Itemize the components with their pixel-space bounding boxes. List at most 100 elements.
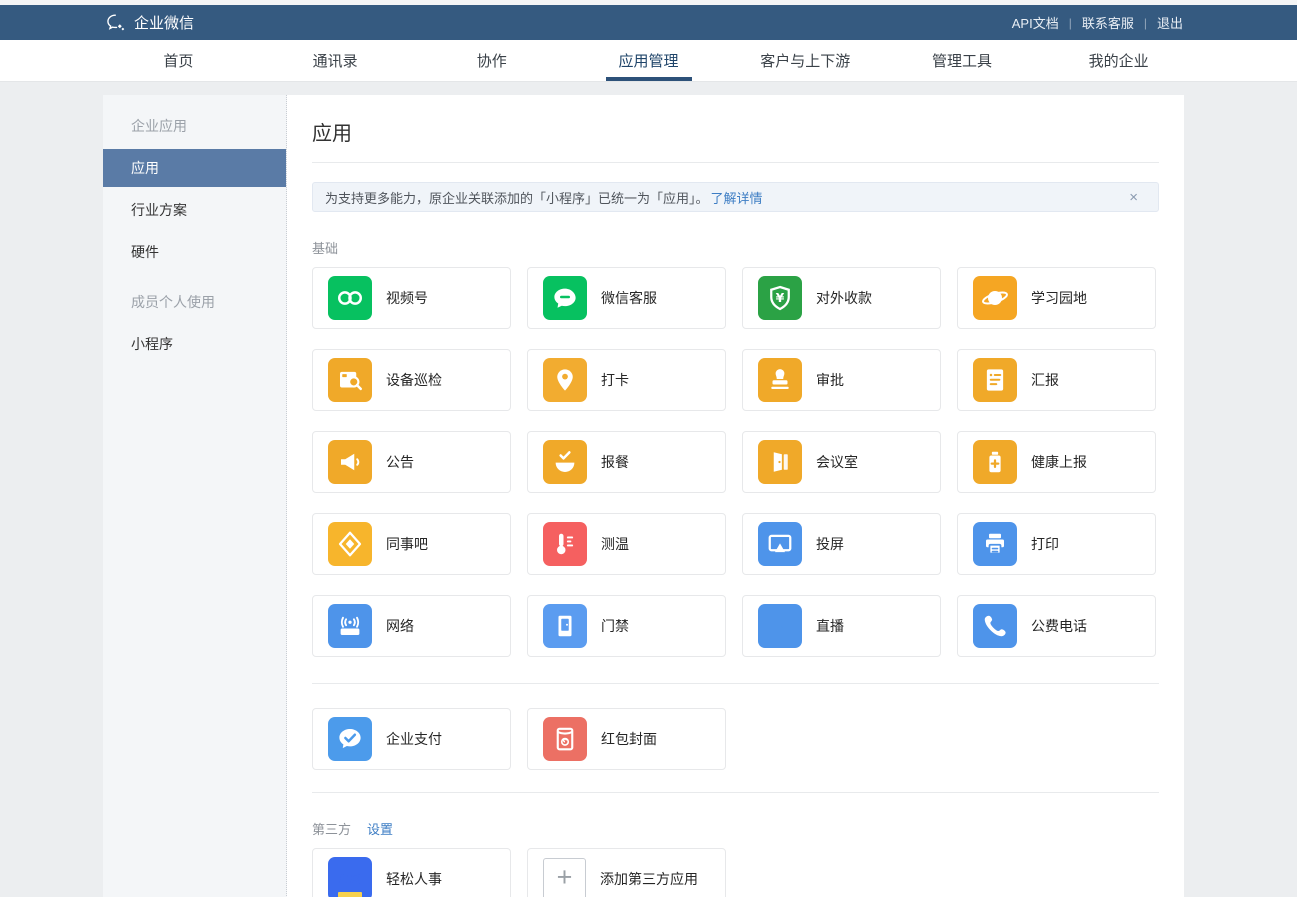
app-label: 投屏 bbox=[816, 534, 844, 554]
app-card-external-payment-collection[interactable]: ¥ 对外收款 bbox=[742, 267, 941, 329]
brand: 企业微信 bbox=[105, 12, 194, 34]
topbar-link-separator: | bbox=[1144, 16, 1147, 30]
app-card-video-channels[interactable]: 视频号 bbox=[312, 267, 511, 329]
app-label: 红包封面 bbox=[601, 729, 657, 749]
tab-label: 协作 bbox=[477, 50, 507, 71]
title-divider bbox=[312, 162, 1159, 163]
video-channels-icon bbox=[328, 276, 372, 320]
tab-label: 通讯录 bbox=[313, 50, 358, 71]
app-card-free-call[interactable]: 公费电话 bbox=[957, 595, 1156, 657]
notice-banner: 为支持更多能力，原企业关联添加的「小程序」已统一为「应用」。了解详情 × bbox=[312, 182, 1159, 212]
app-card-meal-order[interactable]: 报餐 bbox=[527, 431, 726, 493]
app-card-live[interactable]: LIVE 直播 bbox=[742, 595, 941, 657]
app-card-check-in[interactable]: 打卡 bbox=[527, 349, 726, 411]
section-label: 基础 bbox=[312, 238, 338, 257]
sidebar: 企业应用应用行业方案硬件成员个人使用小程序 bbox=[103, 95, 287, 897]
sidebar-group: 企业应用应用行业方案硬件 bbox=[103, 105, 286, 273]
enterprise-pay-icon bbox=[328, 717, 372, 761]
tab-label: 管理工具 bbox=[932, 50, 992, 71]
wechat-customer-service-icon bbox=[543, 276, 587, 320]
app-label: 轻松人事 bbox=[386, 869, 442, 889]
app-card-red-packet-cover[interactable]: 红包封面 bbox=[527, 708, 726, 770]
topbar-links: API文档 | 联系客服 | 退出 bbox=[1012, 13, 1183, 32]
app-label: 测温 bbox=[601, 534, 629, 554]
external-payment-collection-icon: ¥ bbox=[758, 276, 802, 320]
app-card-wechat-customer-service[interactable]: 微信客服 bbox=[527, 267, 726, 329]
topbar-link-contact-support[interactable]: 联系客服 bbox=[1082, 13, 1134, 32]
app-label: 企业支付 bbox=[386, 729, 442, 749]
app-card-health-report[interactable]: 健康上报 bbox=[957, 431, 1156, 493]
tab-admin-tools[interactable]: 管理工具 bbox=[884, 40, 1041, 81]
temperature-icon bbox=[543, 522, 587, 566]
app-label: 健康上报 bbox=[1031, 452, 1087, 472]
notice-text: 为支持更多能力，原企业关联添加的「小程序」已统一为「应用」。 bbox=[325, 188, 709, 207]
page-title: 应用 bbox=[312, 117, 1159, 146]
app-card-announcement[interactable]: 公告 bbox=[312, 431, 511, 493]
close-icon[interactable]: × bbox=[1121, 189, 1146, 206]
app-card-learning-garden[interactable]: 学习园地 bbox=[957, 267, 1156, 329]
icon-text: LIVE bbox=[767, 620, 793, 632]
app-card-temperature[interactable]: 测温 bbox=[527, 513, 726, 575]
sidebar-item-hardware[interactable]: 硬件 bbox=[103, 231, 286, 273]
app-label: 学习园地 bbox=[1031, 288, 1087, 308]
colleague-bar-icon bbox=[328, 522, 372, 566]
app-label: 报餐 bbox=[601, 452, 629, 472]
app-card-network[interactable]: 网络 bbox=[312, 595, 511, 657]
tab-home[interactable]: 首页 bbox=[100, 40, 257, 81]
app-card-screen-cast[interactable]: 投屏 bbox=[742, 513, 941, 575]
app-label: 对外收款 bbox=[816, 288, 872, 308]
tab-collaboration[interactable]: 协作 bbox=[413, 40, 570, 81]
tab-app-management[interactable]: 应用管理 bbox=[570, 40, 727, 81]
app-card-colleague-bar[interactable]: 同事吧 bbox=[312, 513, 511, 575]
topbar-link-separator: | bbox=[1069, 16, 1072, 30]
app-label: 打卡 bbox=[601, 370, 629, 390]
app-card-door-access[interactable]: 门禁 bbox=[527, 595, 726, 657]
learning-garden-icon bbox=[973, 276, 1017, 320]
wechat-work-logo-icon bbox=[105, 12, 127, 34]
app-label: 打印 bbox=[1031, 534, 1059, 554]
app-card-equipment-inspection[interactable]: 设备巡检 bbox=[312, 349, 511, 411]
app-card-easy-hr[interactable]: HR 轻松人事 bbox=[312, 848, 511, 897]
topbar: 企业微信 API文档 | 联系客服 | 退出 bbox=[0, 5, 1297, 40]
tab-contacts[interactable]: 通讯录 bbox=[257, 40, 414, 81]
app-label: 门禁 bbox=[601, 616, 629, 636]
sidebar-item-mini-programs[interactable]: 小程序 bbox=[103, 323, 286, 365]
app-card-print[interactable]: 打印 bbox=[957, 513, 1156, 575]
section-divider bbox=[312, 792, 1159, 793]
app-label: 同事吧 bbox=[386, 534, 428, 554]
add-third-party-icon: + bbox=[543, 858, 586, 897]
report-icon bbox=[973, 358, 1017, 402]
svg-text:¥: ¥ bbox=[776, 290, 785, 305]
topbar-link-logout[interactable]: 退出 bbox=[1157, 13, 1183, 32]
sidebar-group-header: 企业应用 bbox=[103, 105, 286, 147]
app-card-meeting-room[interactable]: 会议室 bbox=[742, 431, 941, 493]
primary-nav: 首页 通讯录 协作 应用管理客户与上下游 管理工具 我的企业 bbox=[0, 40, 1297, 82]
tab-customers-upstream-downstream[interactable]: 客户与上下游 bbox=[727, 40, 884, 81]
tab-my-enterprise[interactable]: 我的企业 bbox=[1040, 40, 1197, 81]
brand-name: 企业微信 bbox=[134, 12, 194, 33]
easy-hr-icon: HR bbox=[328, 857, 372, 897]
app-label: 微信客服 bbox=[601, 288, 657, 308]
app-card-add-third-party[interactable]: +添加第三方应用 bbox=[527, 848, 726, 897]
plus-icon: + bbox=[557, 864, 573, 891]
app-label: 公告 bbox=[386, 452, 414, 472]
section-settings-link[interactable]: 设置 bbox=[367, 819, 393, 838]
topbar-link-api-docs[interactable]: API文档 bbox=[1012, 13, 1059, 32]
screen-cast-icon bbox=[758, 522, 802, 566]
announcement-icon bbox=[328, 440, 372, 484]
live-icon: LIVE bbox=[758, 604, 802, 648]
notice-link[interactable]: 了解详情 bbox=[711, 188, 763, 207]
app-label: 视频号 bbox=[386, 288, 428, 308]
meal-order-icon bbox=[543, 440, 587, 484]
sidebar-item-apps[interactable]: 应用 bbox=[103, 149, 286, 187]
app-card-report[interactable]: 汇报 bbox=[957, 349, 1156, 411]
app-card-approval[interactable]: 审批 bbox=[742, 349, 941, 411]
app-label: 直播 bbox=[816, 616, 844, 636]
sidebar-item-industry-solutions[interactable]: 行业方案 bbox=[103, 189, 286, 231]
app-card-enterprise-pay[interactable]: 企业支付 bbox=[312, 708, 511, 770]
red-packet-cover-icon bbox=[543, 717, 587, 761]
sidebar-group-header: 成员个人使用 bbox=[103, 281, 286, 323]
meeting-room-icon bbox=[758, 440, 802, 484]
hr-icon-accent-bar bbox=[338, 892, 362, 897]
app-grid: 视频号 微信客服 ¥ 对外收款 学习园地设备巡检 打卡 审批汇报公告 报餐 会议室 健康上报同事吧… bbox=[312, 267, 1159, 657]
